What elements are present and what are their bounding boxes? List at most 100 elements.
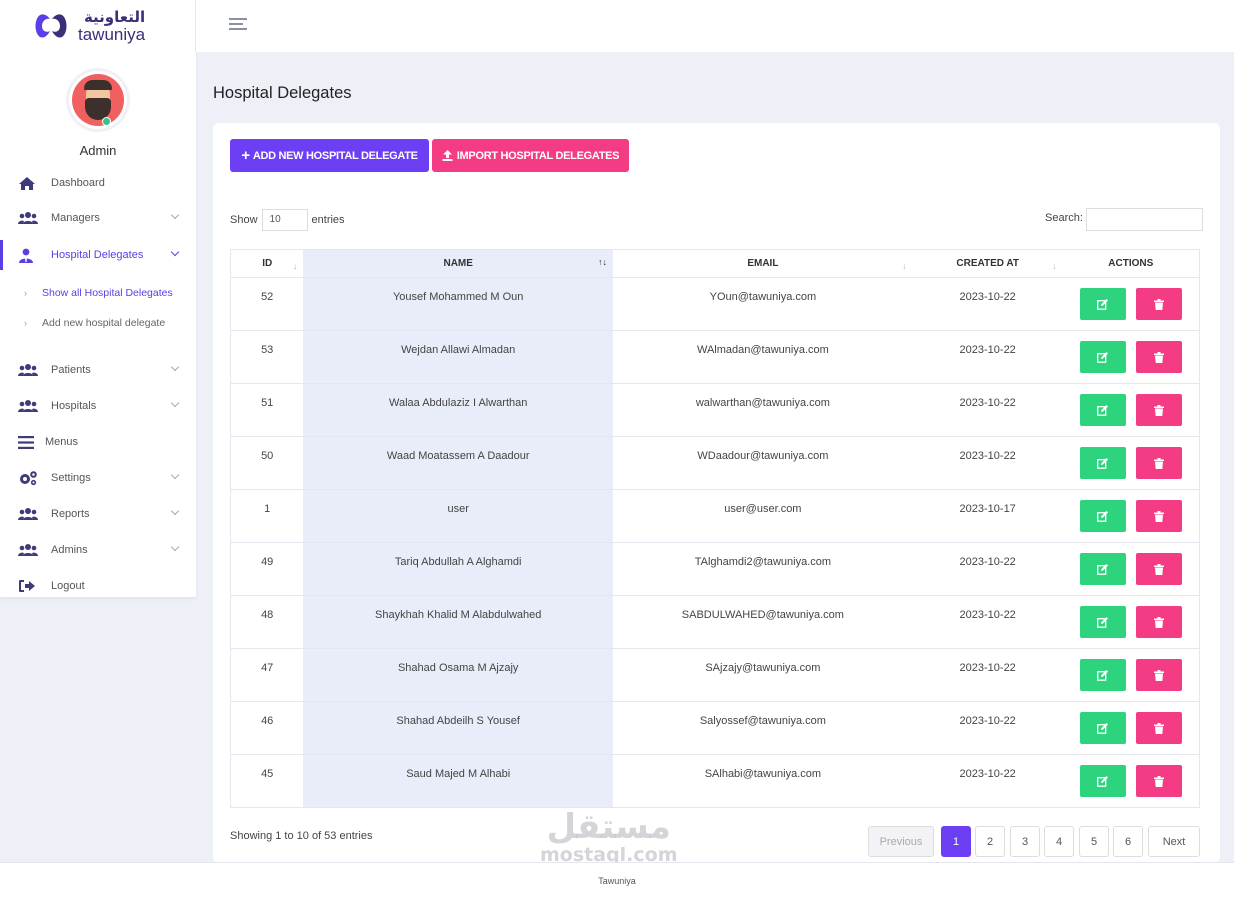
cell-name: Shaykhah Khalid M Alabdulwahed [303, 595, 613, 649]
sidebar: Admin Dashboard Managers Hospital Delega… [0, 52, 196, 597]
delete-button[interactable] [1135, 288, 1182, 320]
edit-icon [1097, 563, 1109, 575]
cell-actions [1062, 542, 1200, 596]
cell-email: SAlhabi@tawuniya.com [613, 754, 913, 808]
search-input[interactable] [1086, 208, 1203, 231]
sidebar-item-patients[interactable]: Patients [0, 355, 196, 385]
page-button-4[interactable]: 4 [1044, 826, 1074, 857]
column-header-email[interactable]: EMAIL ↓ [613, 249, 913, 278]
sidebar-item-dashboard[interactable]: Dashboard [0, 168, 196, 198]
cell-email: walwarthan@tawuniya.com [613, 383, 913, 437]
cell-actions [1062, 595, 1200, 649]
cell-name: Yousef Mohammed M Oun [303, 277, 613, 331]
cell-name: Shahad Osama M Ajzajy [303, 648, 613, 702]
sidebar-item-menus[interactable]: Menus [0, 427, 196, 457]
cell-email: WAlmadan@tawuniya.com [613, 330, 913, 384]
sidebar-item-hospital-delegates[interactable]: Hospital Delegates [0, 240, 196, 270]
sidebar-item-admins[interactable]: Admins [0, 535, 196, 565]
column-header-created-at[interactable]: CREATED AT ↓ [912, 249, 1063, 278]
column-header-name[interactable]: NAME ↑↓ [303, 249, 613, 278]
cell-email: Salyossef@tawuniya.com [613, 701, 913, 755]
table-row: 46 Shahad Abdeilh S Yousef Salyossef@tawun… [230, 701, 1200, 755]
edit-button[interactable] [1079, 500, 1126, 532]
bars-icon [18, 434, 40, 450]
delete-button[interactable] [1135, 394, 1182, 426]
table-row: 53 Wejdan Allawi Almadan WAlmadan@tawuniya… [230, 330, 1200, 384]
delete-button[interactable] [1135, 500, 1182, 532]
edit-button[interactable] [1079, 288, 1126, 320]
table-row: 49 Tariq Abdullah A Alghamdi TAlghamdi2@ta… [230, 542, 1200, 596]
watermark: مستقل mostaql.com [540, 810, 678, 865]
sidebar-item-label: Patients [51, 364, 91, 376]
page-button-1[interactable]: 1 [941, 826, 971, 857]
cell-email: YOun@tawuniya.com [613, 277, 913, 331]
previous-page-button[interactable]: Previous [868, 826, 934, 857]
edit-button[interactable] [1079, 659, 1126, 691]
column-header-id[interactable]: ID ↓ [230, 249, 304, 278]
users-icon [18, 210, 40, 226]
cell-created-at: 2023-10-22 [912, 383, 1063, 437]
users-icon [18, 506, 40, 522]
sidebar-item-reports[interactable]: Reports [0, 499, 196, 529]
edit-button[interactable] [1079, 606, 1126, 638]
delete-button[interactable] [1135, 712, 1182, 744]
edit-button[interactable] [1079, 553, 1126, 585]
show-entries: Show 10 entries [230, 209, 345, 231]
entries-select[interactable]: 10 [261, 209, 308, 231]
trash-icon [1153, 351, 1164, 363]
users-icon [18, 542, 40, 558]
edit-button[interactable] [1079, 341, 1126, 373]
sidebar-item-managers[interactable]: Managers [0, 203, 196, 233]
cell-name: Saud Majed M Alhabi [303, 754, 613, 808]
chevron-right-icon: › [24, 318, 27, 328]
brand-logo[interactable]: التعاونية tawuniya [0, 0, 196, 52]
edit-button[interactable] [1079, 765, 1126, 797]
add-delegate-button[interactable]: + ADD NEW HOSPITAL DELEGATE [230, 139, 429, 172]
cell-created-at: 2023-10-17 [912, 489, 1063, 543]
table-row: 47 Shahad Osama M Ajzajy SAjzajy@tawuniya.… [230, 648, 1200, 702]
sidebar-item-label: Managers [51, 212, 100, 224]
edit-button[interactable] [1079, 712, 1126, 744]
cell-name: Wejdan Allawi Almadan [303, 330, 613, 384]
sidebar-item-logout[interactable]: Logout [0, 571, 196, 601]
sidebar-item-hospitals[interactable]: Hospitals [0, 391, 196, 421]
delegates-table: ID ↓ NAME ↑↓ EMAIL ↓ CREATED AT ↓ ACTIONS 52… [230, 249, 1200, 808]
sort-icon: ↓ [1052, 261, 1057, 271]
import-delegates-button[interactable]: IMPORT HOSPITAL DELEGATES [432, 139, 629, 172]
sub-item-label: Show all Hospital Delegates [42, 287, 173, 299]
cell-name: Walaa Abdulaziz I Alwarthan [303, 383, 613, 437]
delete-button[interactable] [1135, 659, 1182, 691]
delete-button[interactable] [1135, 447, 1182, 479]
column-header-actions: ACTIONS [1062, 249, 1200, 278]
cell-actions [1062, 648, 1200, 702]
edit-button[interactable] [1079, 447, 1126, 479]
sub-item-show-all-delegates[interactable]: › Show all Hospital Delegates [0, 281, 196, 305]
delete-button[interactable] [1135, 606, 1182, 638]
sidebar-item-label: Hospital Delegates [51, 249, 144, 261]
table-row: 48 Shaykhah Khalid M Alabdulwahed SABDULWA… [230, 595, 1200, 649]
cell-created-at: 2023-10-22 [912, 330, 1063, 384]
delete-button[interactable] [1135, 553, 1182, 585]
sidebar-item-label: Admins [51, 544, 88, 556]
edit-icon [1097, 510, 1109, 522]
cell-id: 46 [230, 701, 304, 755]
delete-button[interactable] [1135, 765, 1182, 797]
avatar[interactable] [69, 71, 127, 129]
menu-toggle-icon[interactable] [229, 18, 247, 32]
cell-id: 1 [230, 489, 304, 543]
page-button-2[interactable]: 2 [975, 826, 1005, 857]
edit-icon [1097, 722, 1109, 734]
next-page-button[interactable]: Next [1148, 826, 1200, 857]
cell-created-at: 2023-10-22 [912, 648, 1063, 702]
cell-id: 47 [230, 648, 304, 702]
sub-item-add-delegate[interactable]: › Add new hospital delegate [0, 311, 196, 335]
delete-button[interactable] [1135, 341, 1182, 373]
edit-button[interactable] [1079, 394, 1126, 426]
sidebar-item-settings[interactable]: Settings [0, 463, 196, 493]
page-button-5[interactable]: 5 [1079, 826, 1109, 857]
page-button-6[interactable]: 6 [1113, 826, 1143, 857]
page-button-3[interactable]: 3 [1010, 826, 1040, 857]
cell-created-at: 2023-10-22 [912, 277, 1063, 331]
sidebar-item-label: Dashboard [51, 177, 105, 189]
cell-email: user@user.com [613, 489, 913, 543]
